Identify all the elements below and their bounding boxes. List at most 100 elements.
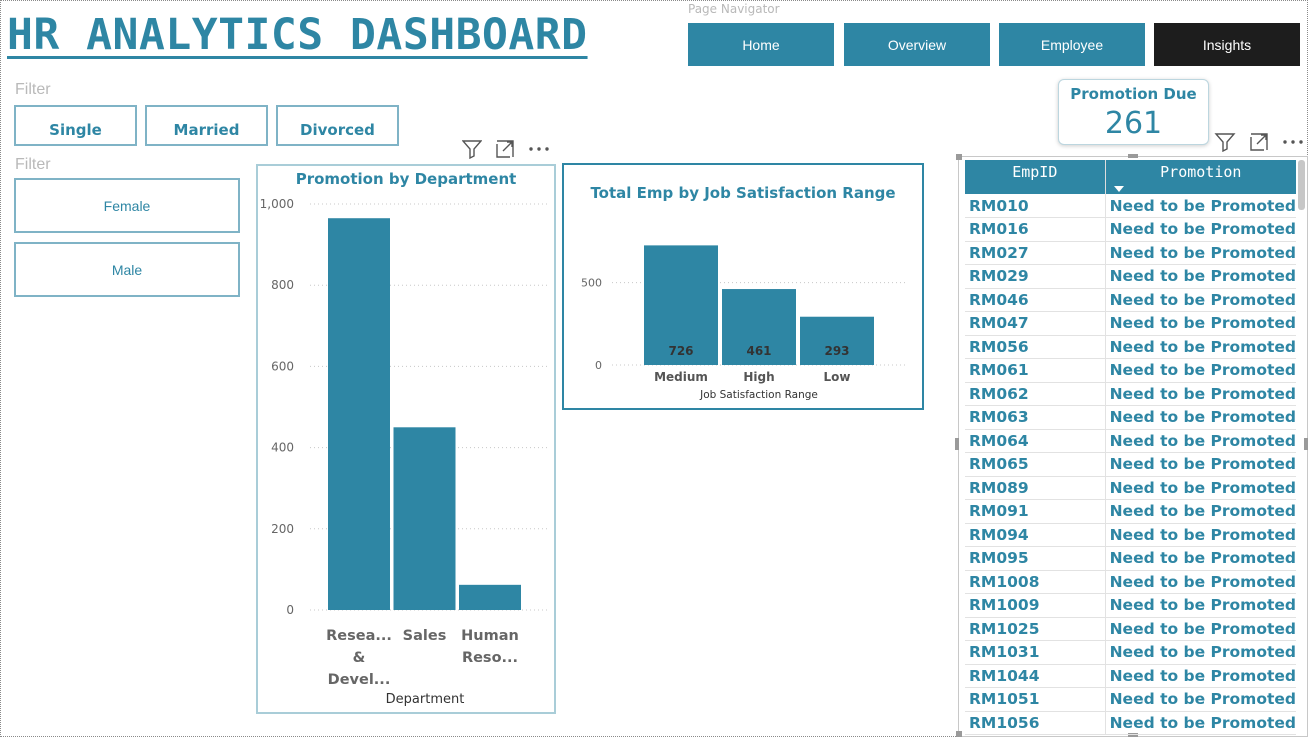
promotion-table: EmpID Promotion RM010 Need to be Promoted…	[965, 160, 1296, 735]
table-row[interactable]: RM027 Need to be Promoted	[965, 241, 1296, 265]
column-header-empid[interactable]: EmpID	[965, 160, 1106, 194]
focus-mode-icon[interactable]	[1249, 132, 1269, 152]
table-row[interactable]: RM091 Need to be Promoted	[965, 499, 1296, 524]
nav-button-overview[interactable]: Overview	[844, 23, 990, 66]
empid-cell: RM1008	[965, 570, 1106, 594]
y-tick-label: 500	[581, 277, 602, 290]
promotion-cell: Need to be Promoted	[1105, 241, 1296, 265]
resize-handle[interactable]	[956, 731, 962, 737]
filter-icon[interactable]	[462, 139, 482, 159]
empid-cell: RM1056	[965, 711, 1106, 735]
promotion-cell: Need to be Promoted	[1105, 382, 1296, 406]
table-row[interactable]: RM095 Need to be Promoted	[965, 546, 1296, 571]
table-row[interactable]: RM046 Need to be Promoted	[965, 288, 1296, 312]
resize-handle[interactable]	[1128, 154, 1138, 158]
x-tick-label: High	[743, 370, 774, 384]
promotion-cell: Need to be Promoted	[1105, 640, 1296, 665]
y-tick-label: 800	[271, 278, 294, 292]
resize-handle[interactable]	[956, 154, 962, 160]
empid-cell: RM046	[965, 288, 1106, 312]
promotion-cell: Need to be Promoted	[1105, 429, 1296, 453]
empid-cell: RM089	[965, 476, 1106, 500]
promotion-cell: Need to be Promoted	[1105, 264, 1296, 289]
empid-cell: RM047	[965, 311, 1106, 336]
bar	[459, 584, 521, 610]
gender-filter-label: Filter	[15, 156, 51, 173]
slicer-male[interactable]: Male	[14, 242, 240, 297]
table-row[interactable]: RM1056 Need to be Promoted	[965, 711, 1296, 735]
slicer-single[interactable]: Single	[14, 105, 137, 146]
nav-button-employee[interactable]: Employee	[999, 23, 1145, 66]
promotion-cell: Need to be Promoted	[1105, 593, 1296, 618]
table-row[interactable]: RM1051 Need to be Promoted	[965, 687, 1296, 712]
promotion-cell: Need to be Promoted	[1105, 452, 1296, 477]
table-scrollbar[interactable]	[1298, 160, 1305, 210]
table-row[interactable]: RM1025 Need to be Promoted	[965, 617, 1296, 641]
empid-cell: RM1044	[965, 664, 1106, 688]
table-row[interactable]: RM063 Need to be Promoted	[965, 405, 1296, 430]
bar	[328, 218, 390, 610]
kpi-label: Promotion Due	[1070, 85, 1197, 103]
nav-button-home[interactable]: Home	[688, 23, 834, 66]
table-row[interactable]: RM089 Need to be Promoted	[965, 476, 1296, 500]
resize-handle[interactable]	[955, 438, 959, 450]
table-row[interactable]: RM062 Need to be Promoted	[965, 382, 1296, 406]
x-axis-title: Job Satisfaction Range	[699, 389, 818, 401]
table-row[interactable]: RM1044 Need to be Promoted	[965, 664, 1296, 688]
slicer-married[interactable]: Married	[145, 105, 268, 146]
resize-handle[interactable]	[1304, 438, 1308, 450]
table-row[interactable]: RM010 Need to be Promoted	[965, 194, 1296, 218]
table-row[interactable]: RM016 Need to be Promoted	[965, 217, 1296, 242]
table-row[interactable]: RM1031 Need to be Promoted	[965, 640, 1296, 665]
data-label: 726	[668, 344, 693, 358]
promotion-cell: Need to be Promoted	[1105, 711, 1296, 735]
table-row[interactable]: RM064 Need to be Promoted	[965, 429, 1296, 453]
y-tick-label: 1,000	[260, 197, 294, 211]
empid-cell: RM027	[965, 241, 1106, 265]
more-options-icon[interactable]	[528, 139, 550, 159]
promotion-due-card: Promotion Due 261	[1058, 79, 1209, 145]
filter-icon[interactable]	[1214, 132, 1236, 152]
empid-cell: RM016	[965, 217, 1106, 242]
empid-cell: RM094	[965, 523, 1106, 547]
table-row[interactable]: RM065 Need to be Promoted	[965, 452, 1296, 477]
column-header-promotion[interactable]: Promotion	[1105, 160, 1296, 194]
empid-cell: RM065	[965, 452, 1106, 477]
x-tick-label: Resea...	[326, 628, 392, 644]
empid-cell: RM095	[965, 546, 1106, 571]
empid-cell: RM062	[965, 382, 1106, 406]
data-label: 293	[824, 344, 849, 358]
promotion-cell: Need to be Promoted	[1105, 499, 1296, 524]
table-row[interactable]: RM029 Need to be Promoted	[965, 264, 1296, 289]
table-row[interactable]: RM047 Need to be Promoted	[965, 311, 1296, 336]
empid-cell: RM063	[965, 405, 1106, 430]
y-tick-label: 0	[595, 359, 602, 372]
x-tick-label: Devel...	[328, 672, 391, 688]
empid-cell: RM1031	[965, 640, 1106, 665]
promotion-cell: Need to be Promoted	[1105, 335, 1296, 359]
empid-cell: RM010	[965, 194, 1106, 218]
nav-button-insights[interactable]: Insights	[1154, 23, 1300, 66]
sort-descending-icon	[1113, 186, 1124, 192]
table-row[interactable]: RM1008 Need to be Promoted	[965, 570, 1296, 594]
department-bar-chart-svg: 0 200 400 600 800 1,000 Resea... & Devel... Sales…	[260, 197, 548, 707]
x-axis-title: Department	[386, 692, 465, 707]
empid-cell: RM1051	[965, 687, 1106, 712]
bar-chart-header-icons	[462, 139, 550, 159]
x-tick-label: Human	[461, 628, 519, 644]
slicer-divorced[interactable]: Divorced	[276, 105, 399, 146]
table-row[interactable]: RM056 Need to be Promoted	[965, 335, 1296, 359]
column-header-label: Promotion	[1160, 163, 1242, 181]
table-row[interactable]: RM1009 Need to be Promoted	[965, 593, 1296, 618]
table-header-icons	[1214, 132, 1304, 152]
table-row[interactable]: RM094 Need to be Promoted	[965, 523, 1296, 547]
focus-mode-icon[interactable]	[495, 139, 515, 159]
promotion-cell: Need to be Promoted	[1105, 687, 1296, 712]
slicer-female[interactable]: Female	[14, 178, 240, 233]
more-options-icon[interactable]	[1282, 132, 1304, 152]
table-row[interactable]: RM061 Need to be Promoted	[965, 358, 1296, 383]
promotion-cell: Need to be Promoted	[1105, 288, 1296, 312]
promotion-cell: Need to be Promoted	[1105, 358, 1296, 383]
empid-cell: RM064	[965, 429, 1106, 453]
page-title: HR ANALYTICS DASHBOARD	[7, 10, 588, 60]
